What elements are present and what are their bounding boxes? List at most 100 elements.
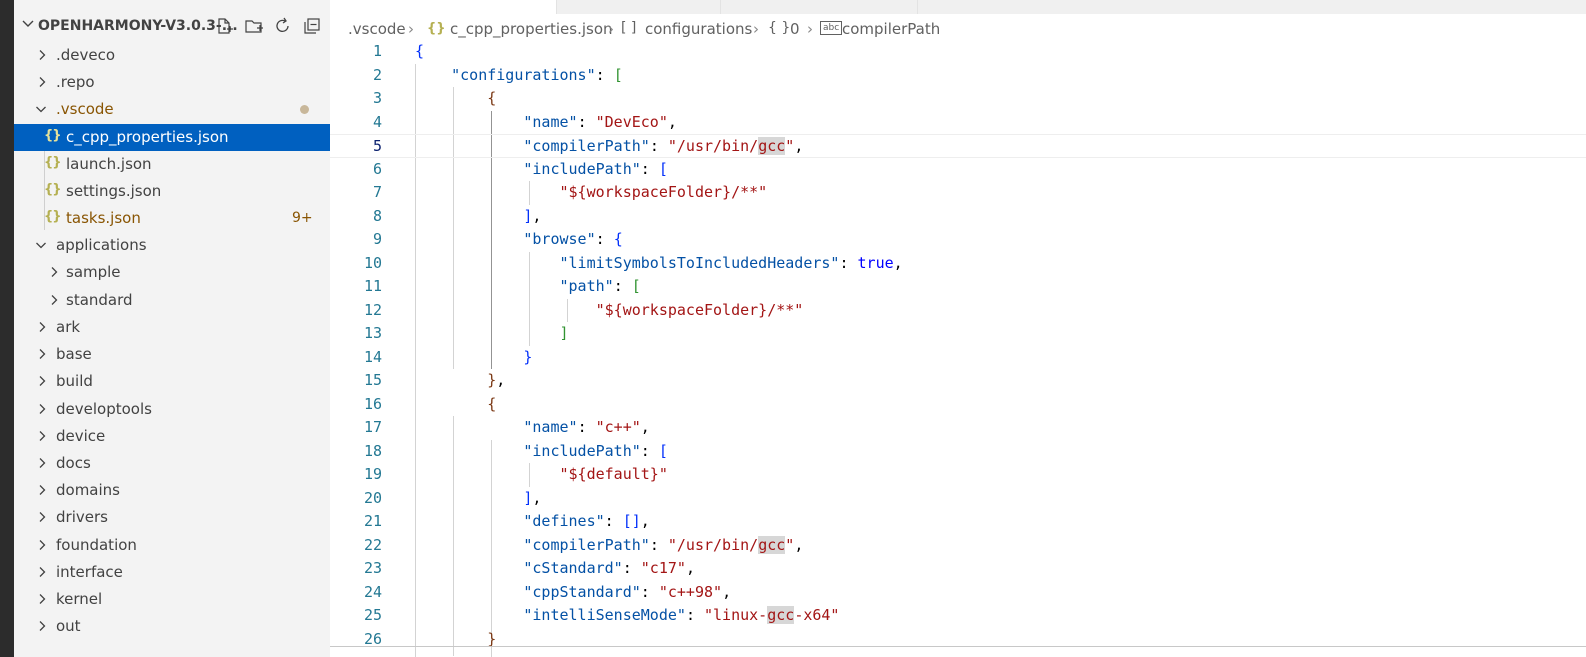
horizontal-scrollbar[interactable] — [330, 646, 1586, 647]
tree-item-tasks[interactable]: {} tasks.json 9+ — [14, 205, 330, 232]
collapse-all-icon[interactable] — [302, 16, 322, 36]
code-line: 26 } — [330, 628, 1586, 652]
tree-item-label: sample — [66, 263, 121, 281]
tree-item-sample[interactable]: sample — [14, 259, 330, 286]
tree-item-launch[interactable]: {} launch.json — [14, 151, 330, 178]
modified-dot-badge — [300, 105, 309, 114]
refresh-icon[interactable] — [273, 16, 293, 36]
tree-item-kernel[interactable]: kernel — [14, 586, 330, 613]
code-text: "${default}" — [559, 465, 668, 483]
code-text: "defines": [], — [523, 512, 650, 530]
line-number: 20 — [363, 488, 382, 507]
tree-item-vscode[interactable]: .vscode — [14, 96, 330, 123]
code-text: "cStandard": "c17", — [523, 559, 695, 577]
code-text: { — [487, 394, 497, 413]
chevron-right-icon — [51, 295, 58, 305]
line-number: 23 — [363, 559, 382, 577]
tree-item-interface[interactable]: interface — [14, 559, 330, 586]
editor-tab[interactable] — [557, 0, 721, 14]
breadcrumb-folder[interactable]: .vscode — [348, 20, 406, 38]
tree-item-label: c_cpp_properties.json — [66, 128, 229, 146]
chevron-right-icon — [39, 485, 46, 495]
breadcrumb-index[interactable]: 0 — [790, 20, 800, 38]
editor-tab[interactable] — [721, 0, 918, 14]
tree-item-standard[interactable]: standard — [14, 287, 330, 314]
editor-tab-active[interactable] — [330, 0, 557, 14]
tree-item-label: foundation — [56, 536, 137, 554]
tree-item-applications[interactable]: applications — [14, 232, 330, 259]
tree-item-label: domains — [56, 481, 120, 499]
code-line: 8 ], — [330, 205, 1586, 229]
line-number: 18 — [363, 441, 382, 460]
line-number: 4 — [372, 112, 382, 131]
tree-item-label: settings.json — [66, 182, 162, 200]
tree-item-docs[interactable]: docs — [14, 450, 330, 477]
tree-item-label: kernel — [56, 590, 103, 608]
line-number: 9 — [372, 230, 382, 248]
chevron-down-icon — [36, 242, 46, 249]
code-text: "browse": { — [523, 230, 623, 248]
breadcrumb-configurations[interactable]: configurations — [645, 20, 752, 38]
line-number: 7 — [372, 183, 382, 201]
line-number: 22 — [363, 535, 382, 554]
string-icon: abc — [820, 21, 843, 35]
chevron-down-icon[interactable] — [21, 17, 35, 31]
tree-item-deveco[interactable]: .deveco — [14, 42, 330, 69]
tree-item-device[interactable]: device — [14, 423, 330, 450]
code-line: 4 "name": "DevEco", — [330, 111, 1586, 135]
code-line: 16 { — [330, 393, 1586, 417]
code-text: "includePath": [ — [523, 159, 668, 178]
tree-item-label: device — [56, 427, 106, 445]
chevron-right-icon: › — [753, 20, 759, 38]
code-text: "limitSymbolsToIncludedHeaders": true, — [559, 253, 903, 272]
code-area[interactable]: 1{ 2 "configurations": [ 3 { 4 "name": "… — [330, 40, 1586, 657]
code-text: ], — [523, 206, 542, 225]
breadcrumb-compilerpath[interactable]: compilerPath — [842, 20, 940, 38]
code-text: "configurations": [ — [451, 65, 623, 84]
tree-item-label: base — [56, 345, 92, 363]
tree-item-foundation[interactable]: foundation — [14, 532, 330, 559]
tree-item-domains[interactable]: domains — [14, 477, 330, 504]
tree-item-base[interactable]: base — [14, 341, 330, 368]
line-number: 16 — [363, 394, 382, 413]
code-line: 14 } — [330, 346, 1586, 370]
tree-item-settings[interactable]: {} settings.json — [14, 178, 330, 205]
new-folder-icon[interactable] — [244, 16, 264, 36]
tree-item-developtools[interactable]: developtools — [14, 396, 330, 423]
tree-item-drivers[interactable]: drivers — [14, 504, 330, 531]
line-number: 25 — [363, 606, 382, 624]
line-number: 15 — [363, 371, 382, 389]
tree-item-label: launch.json — [66, 155, 152, 173]
code-line: 12 "${workspaceFolder}/**" — [330, 299, 1586, 323]
code-line-current: 5 "compilerPath": "/usr/bin/gcc", — [330, 134, 1586, 158]
explorer-header[interactable]: OPENHARMONY-V3.0.3-... — [14, 14, 330, 42]
tree-item-c-cpp-properties[interactable]: {} c_cpp_properties.json — [14, 124, 330, 151]
code-text: "name": "DevEco", — [523, 112, 677, 131]
code-line: 7 "${workspaceFolder}/**" — [330, 181, 1586, 205]
line-number: 1 — [372, 42, 382, 60]
code-text: ] — [559, 324, 569, 342]
line-number: 8 — [372, 206, 382, 225]
line-number: 2 — [372, 65, 382, 84]
new-file-icon[interactable] — [214, 16, 234, 36]
chevron-right-icon: › — [408, 20, 414, 38]
explorer-title: OPENHARMONY-V3.0.3-... — [38, 18, 238, 34]
code-line: 23 "cStandard": "c17", — [330, 557, 1586, 581]
tree-item-repo[interactable]: .repo — [14, 69, 330, 96]
editor-tab-bar — [330, 0, 1586, 14]
array-icon: [ ] — [621, 20, 637, 36]
line-number: 21 — [363, 512, 382, 530]
code-text: } — [487, 629, 497, 648]
chevron-down-icon — [36, 106, 46, 113]
code-line: 13 ] — [330, 322, 1586, 346]
json-file-icon: {} — [44, 209, 61, 224]
tree-item-ark[interactable]: ark — [14, 314, 330, 341]
tree-item-build[interactable]: build — [14, 368, 330, 395]
chevron-right-icon — [39, 540, 46, 550]
activity-bar — [0, 0, 14, 657]
tree-item-label: build — [56, 372, 93, 390]
breadcrumb-file[interactable]: c_cpp_properties.json — [450, 20, 613, 38]
tree-item-label: .vscode — [56, 100, 114, 118]
tree-item-out[interactable]: out — [14, 613, 330, 640]
chevron-right-icon — [39, 77, 46, 87]
